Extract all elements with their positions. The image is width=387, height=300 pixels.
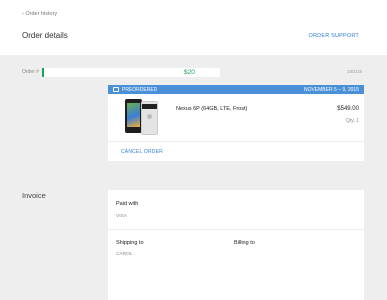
page-header: ‹ Order history Order details ORDER SUPP… bbox=[0, 0, 387, 55]
page-title: Order details bbox=[22, 31, 68, 40]
order-number-cursor bbox=[42, 68, 44, 77]
invoice-heading: Invoice bbox=[22, 191, 46, 200]
paid-with-value: VISA bbox=[116, 214, 127, 219]
divider bbox=[108, 229, 364, 230]
product-price: $549.00 bbox=[337, 106, 359, 112]
order-history-back-link[interactable]: ‹ Order history bbox=[22, 11, 57, 17]
package-icon bbox=[113, 87, 119, 92]
order-number-label: Order # bbox=[22, 69, 39, 75]
shipping-to-value: CAROL bbox=[116, 252, 133, 257]
shipment-status: PREORDERED bbox=[122, 87, 158, 93]
shipping-to-label: Shipping to bbox=[116, 240, 144, 246]
paid-with-label: Paid with bbox=[116, 201, 139, 207]
product-quantity: Qty. 1 bbox=[346, 118, 359, 124]
order-amount: $20 bbox=[184, 68, 195, 76]
order-support-button[interactable]: ORDER SUPPORT bbox=[309, 33, 359, 39]
product-name: Nexus 6P (64GB, LTE, Frost) bbox=[176, 106, 248, 112]
phone-front-image bbox=[125, 99, 142, 133]
shipment-date-range: NOVEMBER 5 – 9, 2015 bbox=[303, 87, 359, 93]
invoice-card: Paid with VISA Shipping to CAROL Billing… bbox=[108, 190, 364, 300]
shipment-card: PREORDERED NOVEMBER 5 – 9, 2015 Nexus 6P… bbox=[108, 85, 364, 161]
cancel-order-button[interactable]: CANCEL ORDER bbox=[121, 149, 163, 155]
phone-back-image bbox=[141, 101, 158, 135]
product-image bbox=[125, 99, 159, 137]
shipment-status-banner: PREORDERED NOVEMBER 5 – 9, 2015 bbox=[108, 85, 364, 94]
order-date: 10/1/15 bbox=[346, 69, 362, 74]
fingerprint-sensor-icon bbox=[147, 114, 152, 119]
billing-to-label: Billing to bbox=[234, 240, 255, 246]
order-summary-row: Order # $20 10/1/15 bbox=[22, 68, 362, 78]
divider bbox=[108, 141, 364, 142]
